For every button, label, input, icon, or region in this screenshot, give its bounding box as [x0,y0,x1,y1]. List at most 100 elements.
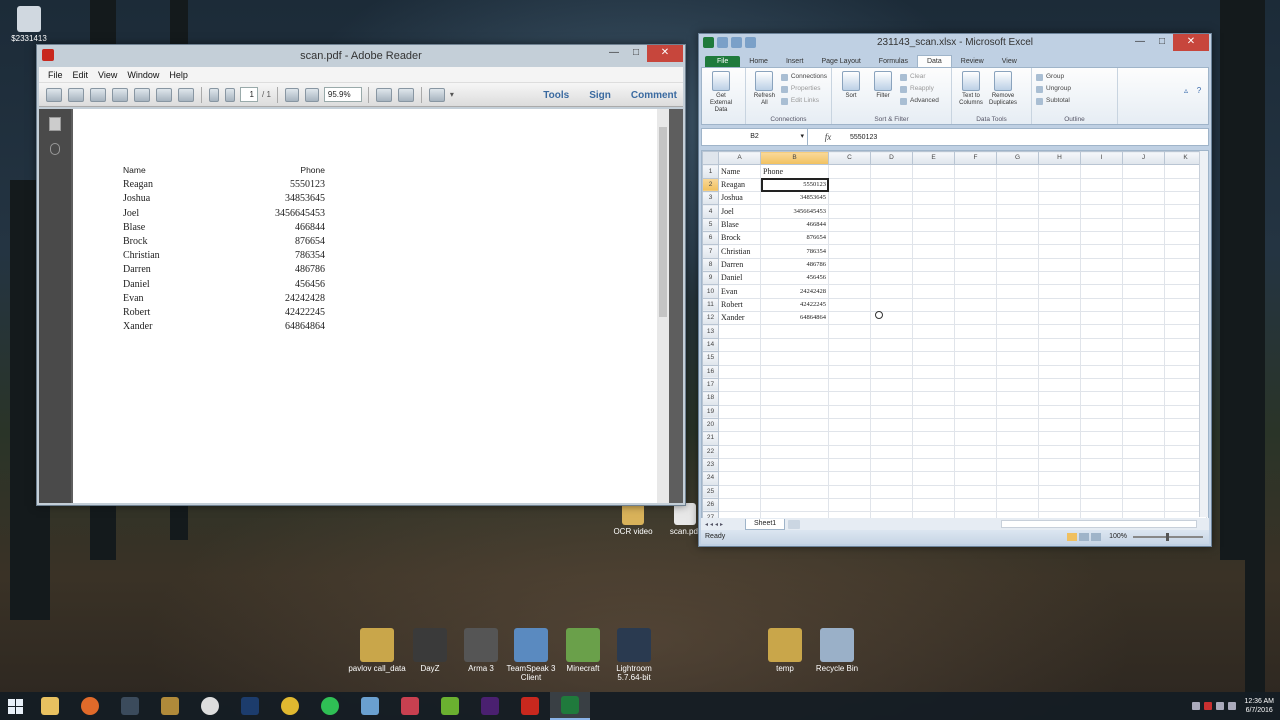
cell-e17[interactable] [912,377,955,393]
tray-icon[interactable] [1192,702,1201,710]
cell-h17[interactable] [1038,377,1081,393]
sign-pane-button[interactable]: Sign [589,90,611,101]
cell-d17[interactable] [870,377,913,393]
cell-a1[interactable]: Name [718,164,761,179]
cell-b25[interactable] [760,484,829,499]
sheet-nav-arrows[interactable]: ◂◂◂▸ [701,521,745,528]
cell-f12[interactable] [954,311,997,326]
close-button[interactable]: ✕ [1173,34,1209,51]
cell-d14[interactable] [870,337,913,353]
desktop-icon-top-left[interactable]: $2331413 [0,6,58,43]
cell-g4[interactable] [996,204,1039,219]
cell-h6[interactable] [1038,231,1081,246]
cell-j9[interactable] [1122,271,1165,286]
cell-a11[interactable]: Robert [718,297,761,313]
cell-c4[interactable] [828,204,871,219]
cell-e1[interactable] [912,164,955,179]
cell-b12[interactable]: 64864864 [760,311,829,326]
cell-a14[interactable] [718,337,761,353]
cell-c23[interactable] [828,457,871,473]
desktop-icon-lightroom-5-7-64-bit[interactable]: Lightroom 5.7.64-bit [605,628,663,682]
column-header-a[interactable]: A [718,151,761,166]
cell-h21[interactable] [1038,431,1081,446]
cell-d2[interactable] [870,177,913,193]
cell-f1[interactable] [954,164,997,179]
cloud-icon[interactable] [112,87,128,102]
cell-i2[interactable] [1080,177,1123,193]
cell-h1[interactable] [1038,164,1081,179]
row-header[interactable]: 8 [702,257,719,273]
cell-h2[interactable] [1038,177,1081,193]
minimize-ribbon-icon[interactable]: ▵ [1181,86,1191,96]
cell-h15[interactable] [1038,351,1081,366]
cell-a16[interactable] [718,364,761,379]
save-icon[interactable] [134,87,150,102]
page-break-view-button[interactable] [1091,533,1102,541]
tab-formulas[interactable]: Formulas [870,56,917,67]
cell-f10[interactable] [954,284,997,299]
cell-c22[interactable] [828,444,871,459]
cell-a2[interactable]: Reagan [718,177,761,193]
zoom-in-icon[interactable] [304,87,319,102]
cell-b7[interactable]: 786354 [760,244,829,259]
sign-tool-icon[interactable] [428,87,445,102]
column-header-f[interactable]: F [954,151,997,166]
name-box[interactable]: B2 [702,129,808,145]
page-number-input[interactable]: 1 [240,87,258,102]
cell-e7[interactable] [912,244,955,259]
cell-a6[interactable]: Brock [718,231,761,246]
cell-g25[interactable] [996,484,1039,499]
cell-g21[interactable] [996,431,1039,446]
cell-e19[interactable] [912,404,955,419]
zoom-slider[interactable] [1133,533,1203,541]
cell-e24[interactable] [912,471,955,486]
cell-b15[interactable] [760,351,829,366]
taskbar-media[interactable] [350,692,390,720]
cell-j6[interactable] [1122,231,1165,246]
taskbar-wow[interactable] [150,692,190,720]
row-header[interactable]: 5 [702,217,719,233]
cell-g26[interactable] [996,497,1039,513]
cell-b23[interactable] [760,457,829,473]
close-button[interactable]: ✕ [647,45,683,62]
cell-c15[interactable] [828,351,871,366]
cell-h13[interactable] [1038,324,1081,339]
cell-a20[interactable] [718,417,761,433]
desktop-icon-recycle-bin[interactable]: Recycle Bin [808,628,866,673]
row-header[interactable]: 12 [702,311,719,326]
cell-c13[interactable] [828,324,871,339]
row-header[interactable]: 7 [702,244,719,259]
zoom-input[interactable]: 95.9% [323,87,362,102]
start-button[interactable] [0,692,30,720]
cell-i14[interactable] [1080,337,1123,353]
cell-g13[interactable] [996,324,1039,339]
row-header[interactable]: 23 [702,457,719,473]
cell-i3[interactable] [1080,191,1123,206]
cell-d4[interactable] [870,204,913,219]
column-header-h[interactable]: H [1038,151,1081,166]
row-header[interactable]: 9 [702,271,719,286]
cell-j10[interactable] [1122,284,1165,299]
cell-j7[interactable] [1122,244,1165,259]
cell-h12[interactable] [1038,311,1081,326]
cell-j4[interactable] [1122,204,1165,219]
cell-f24[interactable] [954,471,997,486]
cell-h5[interactable] [1038,217,1081,233]
cell-i7[interactable] [1080,244,1123,259]
cell-j21[interactable] [1122,431,1165,446]
cell-c14[interactable] [828,337,871,353]
subtotal-button[interactable]: Subtotal [1036,95,1071,107]
worksheet-grid[interactable]: A B C D E F G H I J K 1 Name Phone 2 Reagan 5550123 3 Josh… [701,150,1209,530]
cell-h4[interactable] [1038,204,1081,219]
menu-help[interactable]: Help [164,70,193,80]
cell-c8[interactable] [828,257,871,273]
cell-a3[interactable]: Joshua [718,191,761,206]
cell-e25[interactable] [912,484,955,499]
cell-d22[interactable] [870,444,913,459]
volume-icon[interactable] [1228,702,1237,710]
cell-j18[interactable] [1122,391,1165,406]
cell-g18[interactable] [996,391,1039,406]
cell-b24[interactable] [760,471,829,486]
cell-c7[interactable] [828,244,871,259]
cell-d25[interactable] [870,484,913,499]
